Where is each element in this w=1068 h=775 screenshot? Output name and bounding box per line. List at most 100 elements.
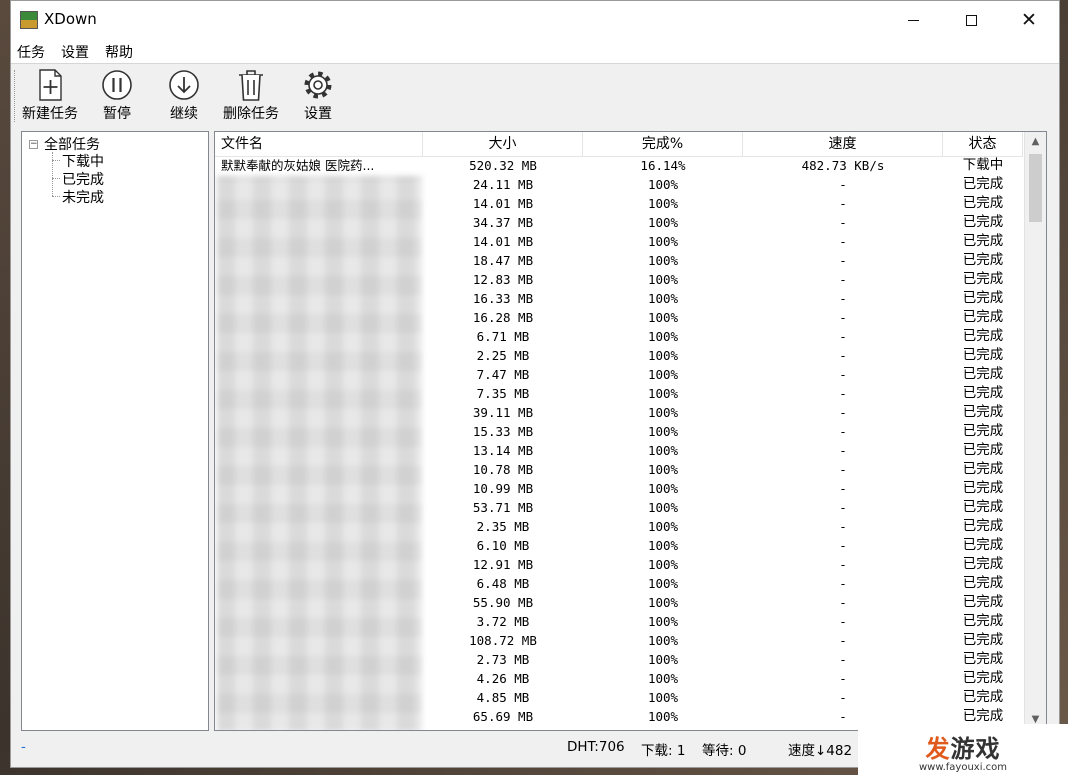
cell-status: 已完成: [962, 632, 1004, 648]
cell-speed: -: [839, 367, 847, 382]
cell-status: 已完成: [962, 499, 1004, 515]
cell-speed: -: [839, 253, 847, 268]
close-icon: ✕: [1021, 8, 1037, 31]
cell-speed: -: [839, 310, 847, 325]
cell-percent: 100%: [647, 709, 679, 724]
delete-task-button[interactable]: 删除任务: [218, 68, 284, 126]
cell-status: 已完成: [962, 670, 1004, 686]
cell-percent: 100%: [647, 538, 679, 553]
cell-speed: -: [839, 595, 847, 610]
cell-status: 已完成: [962, 290, 1004, 306]
cell-status: 已完成: [962, 366, 1004, 382]
cell-percent: 100%: [647, 329, 679, 344]
title-bar[interactable]: XDown ✕: [11, 1, 1059, 39]
tree-node-completed[interactable]: 已完成: [62, 169, 104, 189]
menu-task[interactable]: 任务: [17, 42, 45, 62]
cell-status: 已完成: [962, 309, 1004, 325]
cell-size: 55.90 MB: [472, 595, 534, 610]
list-scrollbar[interactable]: ▲ ▼: [1024, 132, 1046, 730]
cell-speed: -: [839, 690, 847, 705]
cell-size: 16.28 MB: [472, 310, 534, 325]
cell-size: 520.32 MB: [469, 158, 537, 173]
cell-percent: 100%: [647, 234, 679, 249]
pause-button[interactable]: 暂停: [95, 68, 139, 126]
menu-bar: 任务 设置 帮助: [11, 39, 1059, 63]
cell-status: 下载中: [962, 157, 1004, 173]
tree-connector: [52, 178, 60, 179]
cell-status: 已完成: [962, 252, 1004, 268]
cell-speed: -: [839, 215, 847, 230]
cell-percent: 100%: [647, 367, 679, 382]
column-header-percent[interactable]: 完成%: [583, 132, 743, 156]
tree-node-incomplete[interactable]: 未完成: [62, 187, 104, 207]
column-header-speed[interactable]: 速度: [743, 132, 943, 156]
scroll-up-arrow-icon[interactable]: ▲: [1025, 132, 1046, 152]
menu-settings[interactable]: 设置: [61, 42, 89, 62]
cell-speed: -: [839, 348, 847, 363]
scroll-thumb[interactable]: [1029, 154, 1042, 222]
resume-button[interactable]: 继续: [162, 68, 206, 126]
cell-speed: -: [839, 386, 847, 401]
cell-percent: 100%: [647, 196, 679, 211]
minimize-icon: [907, 19, 919, 21]
cell-percent: 100%: [647, 671, 679, 686]
cell-percent: 100%: [647, 595, 679, 610]
cell-status: 已完成: [962, 347, 1004, 363]
cell-speed: 482.73 KB/s: [801, 158, 885, 173]
settings-button[interactable]: 设置: [296, 68, 340, 126]
cell-percent: 100%: [647, 614, 679, 629]
cell-size: 18.47 MB: [472, 253, 534, 268]
cell-status: 已完成: [962, 328, 1004, 344]
menu-help[interactable]: 帮助: [105, 42, 133, 62]
cell-percent: 100%: [647, 424, 679, 439]
toolbar-grip[interactable]: [14, 70, 18, 122]
cell-speed: -: [839, 538, 847, 553]
app-logo-icon: [20, 11, 38, 29]
cell-size: 4.85 MB: [476, 690, 530, 705]
tree-expander[interactable]: −: [29, 140, 38, 149]
new-task-button[interactable]: 新建任务: [19, 68, 81, 126]
cell-status: 已完成: [962, 233, 1004, 249]
cell-size: 24.11 MB: [472, 177, 534, 192]
cell-percent: 100%: [647, 462, 679, 477]
cell-size: 12.83 MB: [472, 272, 534, 287]
cell-speed: -: [839, 405, 847, 420]
cell-percent: 100%: [647, 386, 679, 401]
cell-speed: -: [839, 652, 847, 667]
status-waiting: 等待: 0: [702, 743, 747, 759]
cell-size: 10.78 MB: [472, 462, 534, 477]
toolbar: 新建任务 暂停 继续 删除任务 设置: [11, 63, 1059, 128]
cell-status: 已完成: [962, 689, 1004, 705]
cell-percent: 100%: [647, 481, 679, 496]
cell-status: 已完成: [962, 651, 1004, 667]
cell-percent: 100%: [647, 652, 679, 667]
maximize-button[interactable]: [942, 1, 1000, 39]
cell-size: 16.33 MB: [472, 291, 534, 306]
cell-speed: -: [839, 481, 847, 496]
cell-percent: 100%: [647, 405, 679, 420]
cell-status: 已完成: [962, 442, 1004, 458]
cell-percent: 100%: [647, 177, 679, 192]
cell-speed: -: [839, 614, 847, 629]
cell-size: 4.26 MB: [476, 671, 530, 686]
cell-percent: 16.14%: [640, 158, 686, 173]
cell-speed: -: [839, 576, 847, 591]
tree-node-downloading[interactable]: 下载中: [62, 151, 104, 171]
column-header-filename[interactable]: 文件名: [215, 132, 423, 156]
cell-speed: -: [839, 557, 847, 572]
cell-percent: 100%: [647, 557, 679, 572]
cell-percent: 100%: [647, 310, 679, 325]
column-header-size[interactable]: 大小: [423, 132, 583, 156]
cell-speed: -: [839, 272, 847, 287]
watermark-logo-accent: 发: [925, 735, 951, 763]
cell-status: 已完成: [962, 461, 1004, 477]
delete-icon: [239, 70, 263, 101]
table-row[interactable]: 默默奉献的灰姑娘 医院药... 520.32 MB 16.14% 482.73 KB/…: [215, 156, 1023, 175]
cell-status: 已完成: [962, 613, 1004, 629]
column-header-status[interactable]: 状态: [943, 132, 1023, 156]
cell-size: 53.71 MB: [472, 500, 534, 515]
close-button[interactable]: ✕: [1000, 1, 1058, 39]
minimize-button[interactable]: [884, 1, 942, 39]
cell-percent: 100%: [647, 690, 679, 705]
new-task-label: 新建任务: [22, 106, 78, 122]
